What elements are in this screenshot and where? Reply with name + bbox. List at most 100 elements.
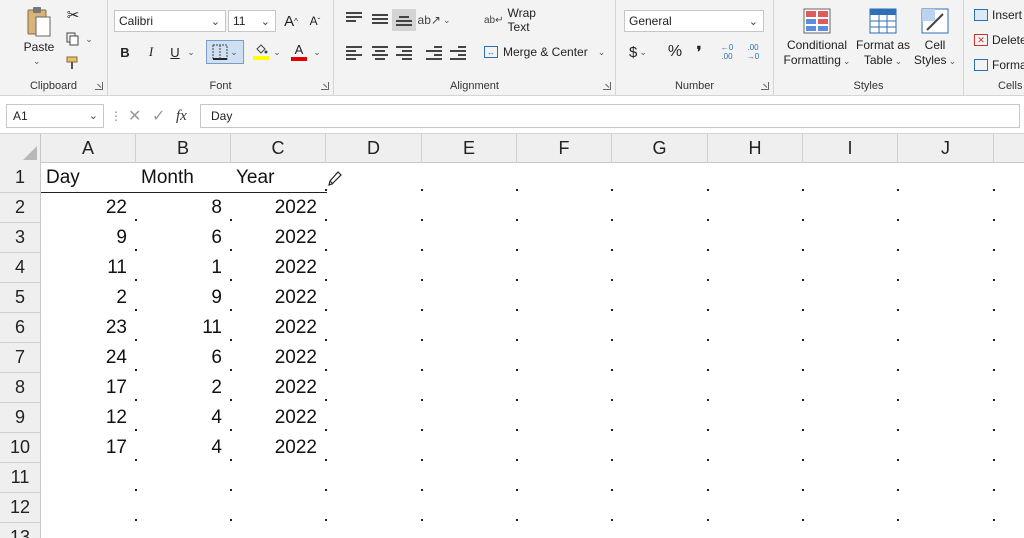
row-header-2[interactable]: 2 — [0, 193, 41, 223]
format-painter-icon[interactable] — [64, 54, 82, 72]
cell-b3[interactable]: 6 — [137, 223, 226, 253]
cell-c9[interactable]: 2022 — [232, 403, 321, 433]
fill-color-dropdown-icon[interactable]: ⌄ — [272, 41, 282, 63]
cell-a2[interactable]: 22 — [42, 193, 131, 223]
font-name-dropdown[interactable]: Calibri ⌄ — [114, 10, 226, 32]
cell-b6[interactable]: 11 — [137, 313, 226, 343]
cell-c3[interactable]: 2022 — [232, 223, 321, 253]
cell-b9[interactable]: 4 — [137, 403, 226, 433]
cell-c10[interactable]: 2022 — [232, 433, 321, 463]
fill-color-button[interactable] — [250, 41, 272, 63]
cell-a10[interactable]: 17 — [42, 433, 131, 463]
cell-c4[interactable]: 2022 — [232, 253, 321, 283]
cell-b5[interactable]: 9 — [137, 283, 226, 313]
select-all-button[interactable] — [0, 134, 41, 163]
font-color-dropdown-icon[interactable]: ⌄ — [312, 41, 322, 63]
font-launcher-icon[interactable] — [321, 82, 329, 90]
cell-a6[interactable]: 23 — [42, 313, 131, 343]
column-header-j[interactable]: J — [898, 134, 994, 163]
borders-button[interactable]: ⌄ — [206, 40, 244, 64]
cell-c5[interactable]: 2022 — [232, 283, 321, 313]
cell-b10[interactable]: 4 — [137, 433, 226, 463]
row-header-13[interactable]: 13 — [0, 523, 41, 538]
cell-c2[interactable]: 2022 — [232, 193, 321, 223]
decrease-decimal-icon[interactable]: .00 →0 — [742, 41, 764, 63]
wrap-text-button[interactable]: ab↵ Wrap Text — [484, 6, 556, 34]
increase-decimal-icon[interactable]: ←0.00 — [716, 41, 738, 63]
number-format-dropdown[interactable]: General ⌄ — [624, 10, 764, 32]
header-cell-a1[interactable]: Day — [42, 163, 136, 193]
underline-button[interactable]: U — [164, 41, 186, 63]
percent-button[interactable]: % — [664, 41, 686, 63]
comma-button[interactable]: ❜ — [690, 41, 708, 63]
column-header-c[interactable]: C — [231, 134, 326, 163]
shrink-font-button[interactable]: Aˇ — [304, 10, 326, 32]
delete-button[interactable]: ✕ Delete — [974, 31, 1024, 49]
cell-c6[interactable]: 2022 — [232, 313, 321, 343]
currency-button[interactable]: $ ⌄ — [624, 41, 652, 63]
paste-icon[interactable] — [26, 6, 52, 38]
column-header-i[interactable]: I — [803, 134, 898, 163]
column-header-e[interactable]: E — [422, 134, 517, 163]
grow-font-button[interactable]: A ^ — [280, 10, 302, 32]
cell-a3[interactable]: 9 — [42, 223, 131, 253]
decrease-indent-icon[interactable] — [426, 46, 442, 60]
column-header-f[interactable]: F — [517, 134, 612, 163]
column-header-b[interactable]: B — [136, 134, 231, 163]
row-header-3[interactable]: 3 — [0, 223, 41, 253]
cell-c7[interactable]: 2022 — [232, 343, 321, 373]
alignment-launcher-icon[interactable] — [603, 82, 611, 90]
cell-b2[interactable]: 8 — [137, 193, 226, 223]
conditional-formatting-button[interactable]: Conditional Formatting ⌄ — [780, 8, 854, 69]
insert-button[interactable]: Insert — [974, 6, 1022, 24]
format-as-table-button[interactable]: Format as Table ⌄ — [854, 8, 912, 69]
cell-a7[interactable]: 24 — [42, 343, 131, 373]
enter-icon[interactable]: ✓ — [152, 104, 165, 128]
cell-a4[interactable]: 11 — [42, 253, 131, 283]
bottom-align-button[interactable] — [392, 9, 416, 31]
name-box[interactable]: A1 ⌄ — [6, 104, 104, 128]
column-header-a[interactable]: A — [41, 134, 136, 163]
cell-b7[interactable]: 6 — [137, 343, 226, 373]
middle-align-icon[interactable] — [372, 14, 388, 28]
column-header-d[interactable]: D — [326, 134, 422, 163]
row-header-5[interactable]: 5 — [0, 283, 41, 313]
row-header-9[interactable]: 9 — [0, 403, 41, 433]
cell-a9[interactable]: 12 — [42, 403, 131, 433]
cut-icon[interactable]: ✂ — [64, 6, 82, 24]
align-left-icon[interactable] — [346, 46, 362, 60]
column-header-g[interactable]: G — [612, 134, 708, 163]
row-header-11[interactable]: 11 — [0, 463, 41, 493]
number-launcher-icon[interactable] — [761, 82, 769, 90]
align-right-icon[interactable] — [396, 46, 412, 60]
insert-function-button[interactable]: fx — [176, 104, 187, 128]
italic-button[interactable]: I — [140, 41, 162, 63]
row-header-10[interactable]: 10 — [0, 433, 41, 463]
row-header-1[interactable]: 1 — [0, 163, 41, 193]
font-size-dropdown[interactable]: 11 ⌄ — [228, 10, 276, 32]
column-header-h[interactable]: H — [708, 134, 803, 163]
copy-dropdown-icon[interactable]: ⌄ — [84, 30, 94, 48]
header-cell-c1[interactable]: Year — [232, 163, 326, 193]
cell-b8[interactable]: 2 — [137, 373, 226, 403]
bold-button[interactable]: B — [114, 41, 136, 63]
row-header-4[interactable]: 4 — [0, 253, 41, 283]
paste-dropdown-icon[interactable]: ⌄ — [33, 56, 41, 67]
row-header-6[interactable]: 6 — [0, 313, 41, 343]
row-header-12[interactable]: 12 — [0, 493, 41, 523]
cell-a5[interactable]: 2 — [42, 283, 131, 313]
copy-icon[interactable] — [64, 30, 82, 48]
row-header-8[interactable]: 8 — [0, 373, 41, 403]
cell-b4[interactable]: 1 — [137, 253, 226, 283]
cell-c8[interactable]: 2022 — [232, 373, 321, 403]
merge-center-button[interactable]: ↔ Merge & Center ⌄ — [484, 41, 608, 63]
top-align-icon[interactable] — [346, 12, 362, 26]
align-center-icon[interactable] — [372, 46, 388, 60]
orientation-icon[interactable]: ab↗ ⌄ — [418, 9, 451, 31]
font-color-button[interactable]: A — [288, 41, 310, 63]
clipboard-launcher-icon[interactable] — [95, 82, 103, 90]
cell-styles-button[interactable]: Cell Styles ⌄ — [912, 8, 958, 69]
paste-button[interactable]: Paste — [18, 40, 60, 54]
cancel-icon[interactable]: ✕ — [128, 104, 141, 128]
header-cell-b1[interactable]: Month — [137, 163, 231, 193]
